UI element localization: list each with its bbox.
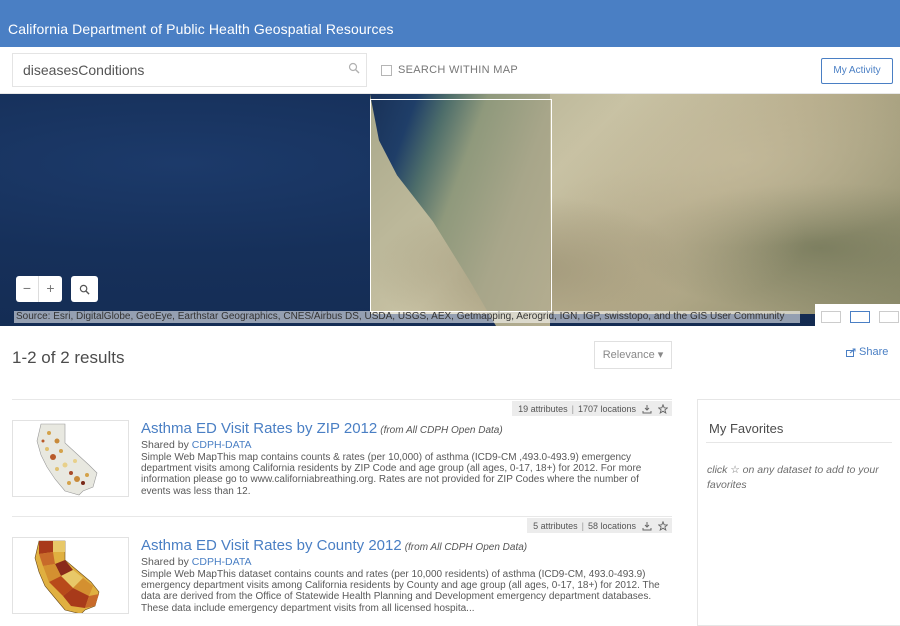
owner-link[interactable]: CDPH-DATA [192,556,252,568]
item-description: Simple Web MapThis dataset contains coun… [141,569,660,613]
item-shared-by: Shared by CDPH-DATA [141,439,252,451]
map-search-button[interactable] [71,276,98,302]
app-header: California Department of Public Health G… [0,0,900,47]
share-link[interactable]: Share [846,346,888,358]
item-meta-bar: 19 attributes | 1707 locations [512,401,672,416]
favorites-divider [706,442,892,443]
locations-count: 58 locations [587,520,636,531]
item-thumbnail[interactable] [12,537,129,614]
item-description: Simple Web MapThis map contains counts &… [141,452,642,497]
sort-dropdown[interactable]: Relevance ▾ [594,341,672,369]
favorites-hint: click ☆ on any dataset to add to your fa… [707,463,892,493]
star-icon[interactable] [658,403,668,414]
item-title-row: Asthma ED Visit Rates by ZIP 2012 (from A… [141,420,503,437]
search-icon [79,284,90,295]
owner-link[interactable]: CDPH-DATA [192,439,252,451]
star-icon[interactable] [658,520,668,531]
search-box[interactable] [12,53,367,87]
download-icon[interactable] [642,521,652,531]
map-attribution: Source: Esri, DigitalGlobe, GeoEye, Eart… [14,311,800,323]
result-item: 5 attributes | 58 locations Asthma ED Vi… [12,516,672,626]
attributes-count: 19 attributes [518,403,568,414]
locations-count: 1707 locations [577,403,636,414]
map-extent-box [370,99,552,312]
hint-prefix: click [707,464,731,476]
search-within-map-label: SEARCH WITHIN MAP [398,64,518,76]
star-icon: ☆ [730,464,740,476]
download-icon[interactable] [642,404,652,414]
search-icon[interactable] [348,62,360,74]
favorites-title: My Favorites [709,421,784,436]
zoom-in-button[interactable]: + [39,276,62,302]
item-source: (from All CDPH Open Data) [380,425,503,436]
favorites-panel: My Favorites click ☆ on any dataset to a… [697,399,900,626]
basemap-option-imagery[interactable] [850,311,870,323]
item-title-link[interactable]: Asthma ED Visit Rates by ZIP 2012 [141,420,377,437]
share-label: Share [859,346,889,358]
item-meta-bar: 5 attributes | 58 locations [527,518,672,533]
basemap-option-other[interactable] [879,311,899,323]
item-title-link[interactable]: Asthma ED Visit Rates by County 2012 [141,537,402,554]
item-source: (from All CDPH Open Data) [404,542,528,553]
item-thumbnail[interactable] [12,420,129,497]
search-within-map-toggle[interactable]: SEARCH WITHIN MAP [381,64,518,76]
zoom-controls: − + [16,276,62,302]
results-count: 1-2 of 2 results [12,348,125,367]
meta-separator: | [571,403,574,414]
meta-separator: | [581,520,584,531]
item-shared-by: Shared by CDPH-DATA [141,556,252,568]
basemap-option-light[interactable] [821,311,841,323]
item-title-row: Asthma ED Visit Rates by County 2012 (fro… [141,537,527,554]
shared-by-label: Shared by [141,439,192,451]
basemap-tray [815,304,900,326]
california-zip-map-thumbnail [36,423,98,496]
my-activity-button[interactable]: My Activity [821,58,893,84]
share-icon [846,348,856,357]
attributes-count: 5 attributes [533,520,578,531]
app-title: California Department of Public Health G… [8,21,394,37]
search-input[interactable] [23,60,343,80]
california-county-map-thumbnail [34,540,100,613]
shared-by-label: Shared by [141,556,192,568]
search-within-map-checkbox[interactable] [381,64,392,76]
zoom-out-button[interactable]: − [16,276,39,302]
map-view[interactable] [0,94,900,326]
result-item: 19 attributes | 1707 locations Asthma ED… [12,399,672,507]
